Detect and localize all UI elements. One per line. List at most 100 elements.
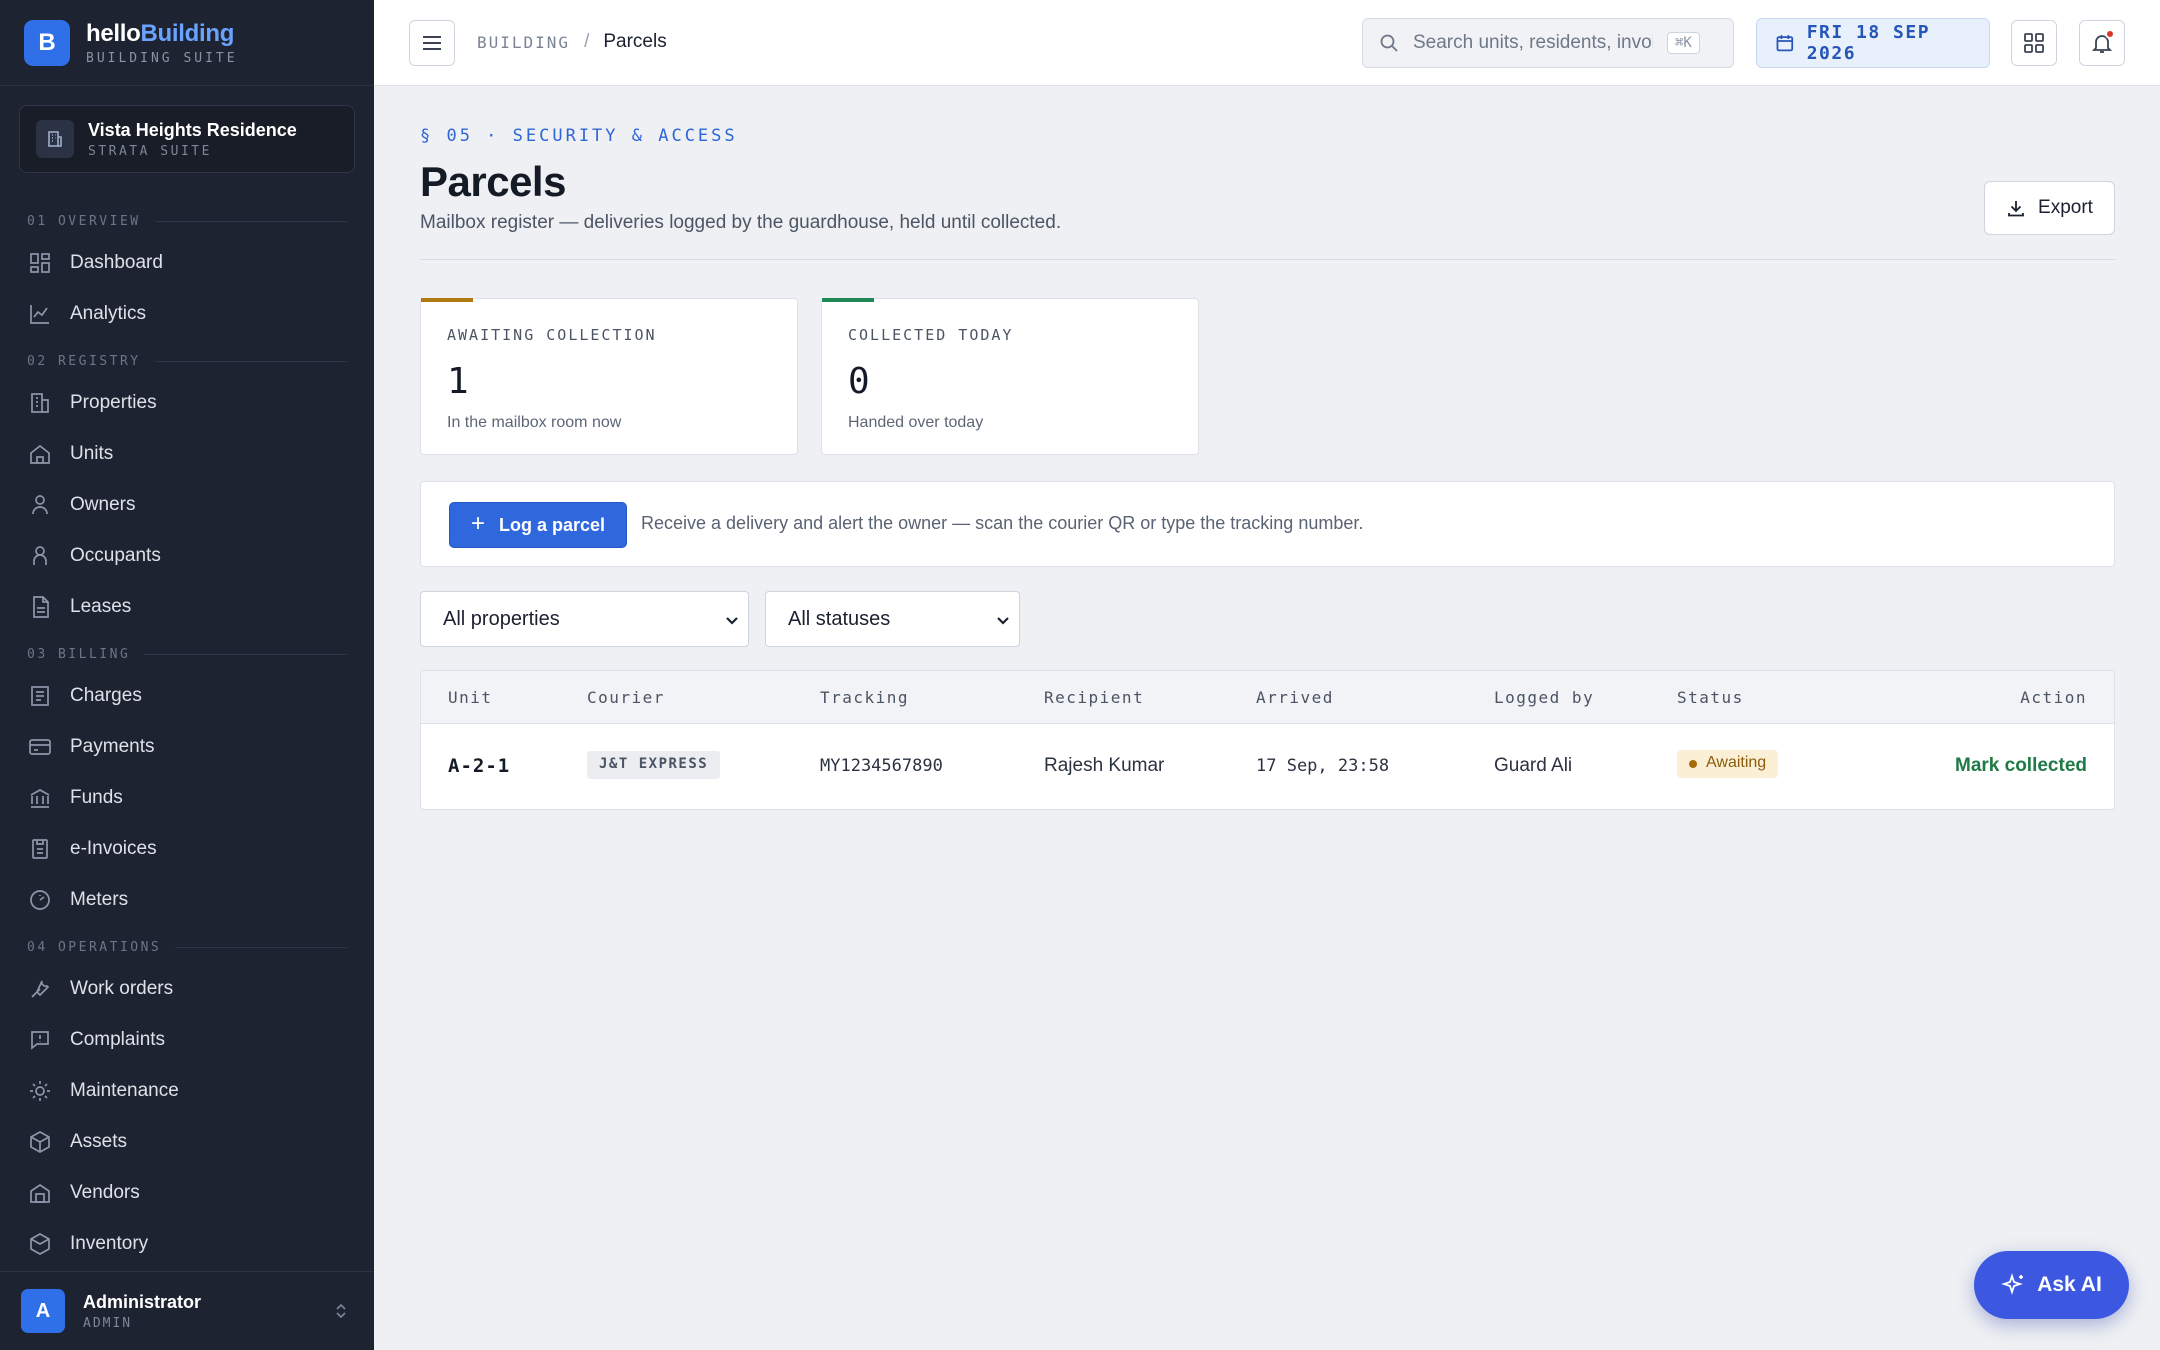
- export-button[interactable]: Export: [1984, 181, 2115, 235]
- divider: [175, 946, 347, 948]
- search-input[interactable]: [1413, 32, 1653, 54]
- property-filter-value: All properties: [443, 607, 560, 630]
- status-badge: Awaiting: [1677, 750, 1779, 778]
- stat-label: AWAITING COLLECTION: [447, 326, 657, 344]
- plus-icon: +: [470, 509, 485, 537]
- nav-section-label: 04 OPERATIONS: [27, 939, 162, 955]
- org-subtitle: STRATA SUITE: [88, 143, 212, 159]
- sidebar-item-inventory[interactable]: Inventory: [0, 1218, 374, 1269]
- bank-icon: [30, 788, 50, 808]
- sidebar-item-label: Units: [70, 442, 114, 464]
- store-icon: [30, 1183, 50, 1203]
- nav-section-billing: 03 BILLING: [0, 638, 374, 670]
- sidebar-item-units[interactable]: Units: [0, 428, 374, 479]
- section-eyebrow: § 05 · SECURITY & ACCESS: [420, 126, 738, 146]
- brand-name-part2: Building: [140, 19, 235, 47]
- user-role: ADMIN: [83, 1315, 133, 1331]
- column-header-recipient: Recipient: [1044, 688, 1145, 707]
- sidebar-item-analytics[interactable]: Analytics: [0, 288, 374, 339]
- chevron-up-down-icon: [336, 1303, 346, 1319]
- nav-section-operations: 04 OPERATIONS: [0, 931, 374, 963]
- column-header-arrived: Arrived: [1256, 688, 1334, 707]
- stat-card-collected: COLLECTED TODAY 0 Handed over today: [821, 298, 1199, 455]
- org-switcher[interactable]: Vista Heights Residence STRATA SUITE: [19, 105, 355, 173]
- divider: [420, 259, 2115, 260]
- sparkle-icon: [2001, 1273, 2024, 1295]
- sidebar-item-label: Properties: [70, 391, 157, 413]
- date-button[interactable]: FRI 18 SEP 2026: [1756, 18, 1990, 68]
- breadcrumb-root[interactable]: BUILDING: [477, 33, 570, 52]
- breadcrumb: BUILDING / Parcels: [477, 31, 667, 53]
- menu-icon: [423, 36, 441, 50]
- status-filter-value: All statuses: [788, 607, 891, 630]
- status-filter-select[interactable]: All statuses: [765, 591, 1020, 647]
- sidebar-item-complaints[interactable]: Complaints: [0, 1014, 374, 1065]
- sun-icon: [30, 1080, 50, 1101]
- chevron-down-icon: [726, 617, 738, 625]
- nav-section-label: 03 BILLING: [27, 646, 131, 662]
- brand-subtitle: BUILDING SUITE: [86, 50, 238, 66]
- sidebar-item-label: e-Invoices: [70, 837, 157, 859]
- log-parcel-button[interactable]: + Log a parcel: [449, 502, 627, 548]
- nav-section-overview: 01 OVERVIEW: [0, 205, 374, 237]
- ask-ai-button[interactable]: Ask AI: [1974, 1251, 2129, 1319]
- search-box[interactable]: ⌘K: [1362, 18, 1734, 68]
- sidebar-item-label: Assets: [70, 1130, 128, 1152]
- gauge-icon: [30, 889, 50, 910]
- sidebar-item-assets[interactable]: Assets: [0, 1116, 374, 1167]
- invoice-icon: [32, 838, 48, 859]
- sidebar-item-payments[interactable]: Payments: [0, 721, 374, 772]
- user-name: Administrator: [83, 1291, 202, 1312]
- brand-name-part1: hello: [86, 19, 141, 47]
- sidebar-item-occupants[interactable]: Occupants: [0, 530, 374, 581]
- sidebar-item-label: Dashboard: [70, 251, 163, 273]
- column-header-action: Action: [2020, 688, 2087, 707]
- property-filter-select[interactable]: All properties: [420, 591, 749, 647]
- sidebar-item-properties[interactable]: Properties: [0, 377, 374, 428]
- receipt-icon: [31, 685, 49, 706]
- stat-accent-bar: [421, 298, 473, 302]
- user-menu[interactable]: A Administrator ADMIN: [0, 1271, 374, 1350]
- column-header-tracking: Tracking: [820, 688, 910, 707]
- sidebar-item-label: Complaints: [70, 1028, 166, 1050]
- sidebar-item-work-orders[interactable]: Work orders: [0, 963, 374, 1014]
- chevron-down-icon: [997, 617, 1009, 625]
- brand[interactable]: B helloBuilding BUILDING SUITE: [0, 0, 374, 86]
- menu-toggle-button[interactable]: [409, 20, 455, 66]
- building-icon: [31, 392, 49, 413]
- cell-logged-by: Guard Ali: [1494, 755, 1573, 776]
- apps-grid-button[interactable]: [2011, 20, 2057, 66]
- nav-section-registry: 02 REGISTRY: [0, 345, 374, 377]
- notifications-button[interactable]: [2079, 20, 2125, 66]
- sidebar-item-dashboard[interactable]: Dashboard: [0, 237, 374, 288]
- sidebar-item-maintenance[interactable]: Maintenance: [0, 1065, 374, 1116]
- ask-ai-label: Ask AI: [2037, 1273, 2102, 1296]
- sidebar-item-e-invoices[interactable]: e-Invoices: [0, 823, 374, 874]
- sidebar-item-vendors[interactable]: Vendors: [0, 1167, 374, 1218]
- column-header-unit: Unit: [448, 688, 493, 707]
- parcels-table: Unit Courier Tracking Recipient Arrived …: [420, 670, 2115, 810]
- mark-collected-link[interactable]: Mark collected: [1955, 755, 2087, 777]
- notification-dot: [2105, 29, 2115, 39]
- sidebar-item-charges[interactable]: Charges: [0, 670, 374, 721]
- sidebar-item-meters[interactable]: Meters: [0, 874, 374, 925]
- org-name: Vista Heights Residence: [88, 119, 297, 140]
- table-header: Unit Courier Tracking Recipient Arrived …: [421, 671, 2114, 724]
- box-icon: [30, 1232, 50, 1255]
- brand-name: helloBuilding: [86, 20, 238, 48]
- home-icon: [30, 444, 50, 464]
- sidebar-item-owners[interactable]: Owners: [0, 479, 374, 530]
- search-icon: [1380, 34, 1398, 52]
- cell-arrived: 17 Sep, 23:58: [1256, 756, 1390, 776]
- breadcrumb-separator: /: [584, 31, 590, 52]
- status-dot: [1689, 760, 1697, 768]
- stat-note: In the mailbox room now: [447, 414, 622, 431]
- card-icon: [29, 738, 51, 755]
- avatar: A: [21, 1289, 65, 1333]
- sidebar-item-funds[interactable]: Funds: [0, 772, 374, 823]
- download-icon: [2008, 201, 2024, 217]
- stat-label: COLLECTED TODAY: [848, 326, 1014, 344]
- sidebar-item-leases[interactable]: Leases: [0, 581, 374, 632]
- sidebar-nav: 01 OVERVIEW Dashboard Analytics 02 REGIS…: [0, 205, 374, 1269]
- column-header-logged-by: Logged by: [1494, 688, 1595, 707]
